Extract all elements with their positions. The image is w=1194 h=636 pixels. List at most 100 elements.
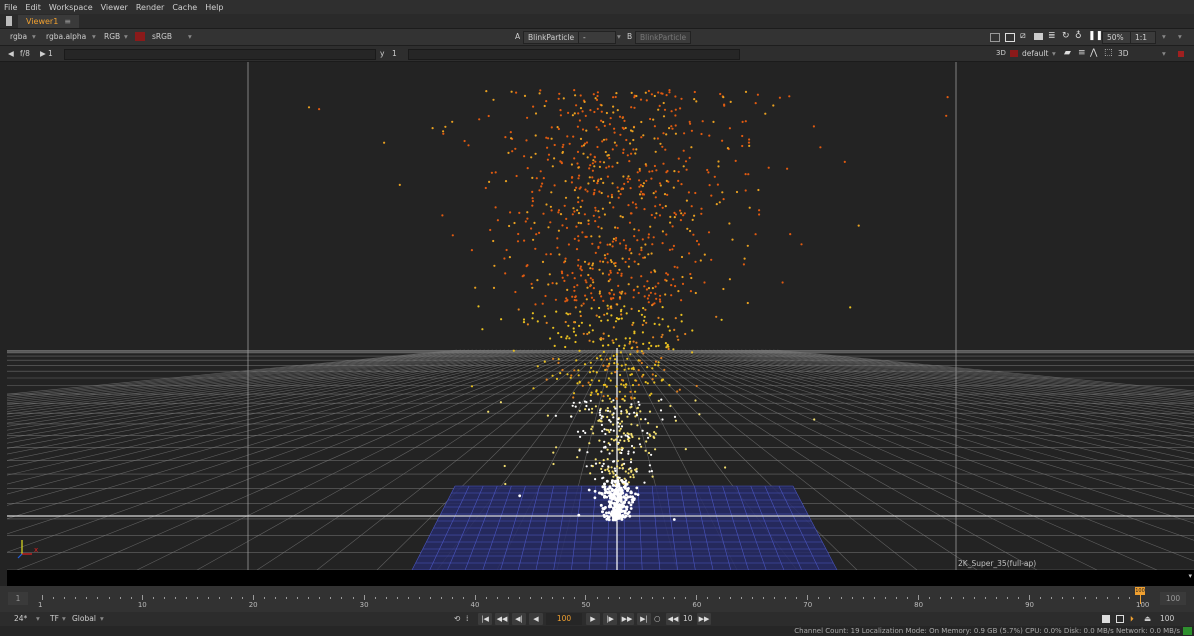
out-point-icon[interactable]: ⏏ bbox=[1144, 613, 1151, 625]
particle bbox=[758, 213, 761, 216]
bounce-icon[interactable]: ○ bbox=[654, 613, 661, 625]
waveform-icon[interactable]: ⋀ bbox=[1090, 46, 1097, 61]
particle bbox=[638, 179, 641, 182]
scroll-arrow-icon[interactable]: ▾ bbox=[1188, 572, 1192, 580]
particle bbox=[612, 472, 615, 475]
region-icon[interactable] bbox=[1005, 33, 1015, 42]
ruler-tick bbox=[1062, 597, 1064, 599]
gain-slider[interactable] bbox=[64, 49, 376, 60]
menu-render[interactable]: Render bbox=[132, 3, 168, 12]
alpha-channel-dropdown[interactable]: rgba.alpha bbox=[46, 29, 86, 44]
menu-viewer[interactable]: Viewer bbox=[97, 3, 132, 12]
zoom-dropdown[interactable]: 50% bbox=[1102, 31, 1132, 44]
mask-overlay-icon[interactable]: ⧄ bbox=[1020, 29, 1026, 44]
first-frame-icon[interactable]: |◀ bbox=[478, 613, 492, 625]
ocio-icon[interactable] bbox=[1010, 50, 1018, 57]
particle bbox=[578, 381, 581, 384]
tab-menu-icon[interactable]: ≡ bbox=[64, 15, 71, 28]
in-point-icon[interactable]: ⏵ bbox=[1130, 613, 1134, 625]
loop-icon[interactable]: ⟲ bbox=[454, 613, 460, 625]
next-keyframe-icon[interactable]: ▶▶ bbox=[620, 613, 634, 625]
menu-edit[interactable]: Edit bbox=[21, 3, 45, 12]
frame-icon[interactable]: ⬚ bbox=[1104, 46, 1113, 61]
particle bbox=[638, 443, 642, 446]
particle bbox=[671, 248, 674, 251]
pause-icon[interactable]: ❚❚ bbox=[1088, 29, 1103, 44]
fstop-field[interactable]: f/8 bbox=[20, 46, 30, 61]
last-frame-icon[interactable]: ▶| bbox=[637, 613, 651, 625]
tf-dropdown[interactable]: TF bbox=[50, 613, 59, 625]
skip-back-icon[interactable]: ◀◀ bbox=[666, 613, 680, 625]
particle bbox=[587, 408, 591, 411]
viewer-viewport[interactable]: x 2K_Super_35(full-ap) bbox=[7, 62, 1194, 570]
safe-area-icon[interactable] bbox=[1034, 33, 1043, 40]
record-icon[interactable] bbox=[1178, 51, 1184, 57]
particle bbox=[494, 206, 497, 209]
menu-cache[interactable]: Cache bbox=[168, 3, 201, 12]
fstop-arrow-icon[interactable]: ◀ bbox=[8, 46, 14, 61]
channels-dropdown[interactable]: rgba bbox=[10, 29, 27, 44]
view-mode-dropdown[interactable]: 3D bbox=[1118, 46, 1129, 61]
particle bbox=[717, 165, 720, 168]
menu-workspace[interactable]: Workspace bbox=[45, 3, 97, 12]
list-icon[interactable]: ≣ bbox=[1048, 29, 1056, 44]
particle bbox=[573, 89, 576, 92]
fps-dropdown[interactable]: 24* bbox=[14, 613, 27, 625]
gamma-slider[interactable] bbox=[408, 49, 740, 60]
input-b-dropdown[interactable]: BlinkParticle bbox=[635, 31, 691, 44]
proxy-toggle-icon[interactable] bbox=[135, 32, 145, 41]
play-forward-icon[interactable]: ▶ bbox=[586, 613, 600, 625]
colorspace-dropdown[interactable]: default bbox=[1022, 46, 1048, 61]
particle bbox=[623, 182, 626, 185]
cache-preview-icon[interactable] bbox=[1116, 615, 1124, 623]
ruler-tick bbox=[851, 597, 853, 599]
start-frame-field[interactable]: 1 bbox=[8, 592, 28, 605]
particle bbox=[728, 278, 732, 281]
play-backward-icon[interactable]: ◀ bbox=[529, 613, 543, 625]
refresh-icon[interactable]: ↻ bbox=[1062, 29, 1070, 44]
next-frame-icon[interactable]: |▶ bbox=[603, 613, 617, 625]
end-frame-field[interactable]: 100 bbox=[1160, 592, 1186, 605]
cache-toggle-icon[interactable] bbox=[1102, 615, 1110, 623]
particle bbox=[661, 230, 665, 233]
particle bbox=[594, 458, 597, 461]
gain-field[interactable]: 1 bbox=[48, 46, 53, 61]
stereo-icon[interactable]: 3D bbox=[996, 46, 1006, 61]
current-frame-field[interactable]: 100 bbox=[546, 613, 582, 625]
particle bbox=[607, 334, 610, 337]
particle bbox=[594, 220, 597, 223]
frame-step-icon[interactable]: ⁞ bbox=[466, 613, 468, 625]
roi-icon[interactable] bbox=[990, 33, 1000, 42]
tab-viewer1[interactable]: Viewer1 ≡ bbox=[18, 14, 79, 28]
lut-dropdown[interactable]: sRGB bbox=[152, 29, 172, 44]
gamma-field[interactable]: 1 bbox=[392, 46, 397, 61]
gain-arrow-icon[interactable]: ▶ bbox=[40, 46, 46, 61]
particle bbox=[547, 226, 550, 229]
particle bbox=[626, 154, 629, 157]
particle bbox=[591, 407, 594, 410]
particle bbox=[656, 137, 660, 140]
scope-dropdown[interactable]: Global bbox=[72, 613, 96, 625]
increment-field[interactable]: 10 bbox=[683, 613, 693, 625]
menu-file[interactable]: File bbox=[0, 3, 21, 12]
particle bbox=[616, 421, 620, 424]
prev-keyframe-icon[interactable]: ◀◀ bbox=[495, 613, 509, 625]
histogram-icon[interactable]: ≡ bbox=[1078, 46, 1086, 61]
light-icon[interactable]: ♁ bbox=[1075, 29, 1082, 44]
timeline-ruler[interactable]: 1 10 20 30 40 50 60 70 80 90 100 100 bbox=[38, 586, 1156, 612]
particle bbox=[621, 116, 625, 119]
particle bbox=[734, 159, 737, 162]
particle bbox=[643, 295, 646, 298]
display-channels-dropdown[interactable]: RGB bbox=[104, 29, 120, 44]
input-a-dropdown[interactable]: BlinkParticle bbox=[523, 31, 579, 44]
status-text: Channel Count: 19 Localization Mode: On … bbox=[794, 627, 1180, 635]
ruler-tick bbox=[696, 595, 698, 600]
particle bbox=[632, 340, 635, 343]
menu-help[interactable]: Help bbox=[201, 3, 227, 12]
prev-frame-icon[interactable]: ◀| bbox=[512, 613, 526, 625]
skip-forward-icon[interactable]: ▶▶ bbox=[697, 613, 711, 625]
pixel-aspect-dropdown[interactable]: 1:1 bbox=[1130, 31, 1156, 44]
pane-menu-icon[interactable] bbox=[6, 16, 12, 26]
compare-op-dropdown[interactable]: - bbox=[578, 31, 616, 44]
paint-icon[interactable]: ▰ bbox=[1064, 46, 1071, 61]
